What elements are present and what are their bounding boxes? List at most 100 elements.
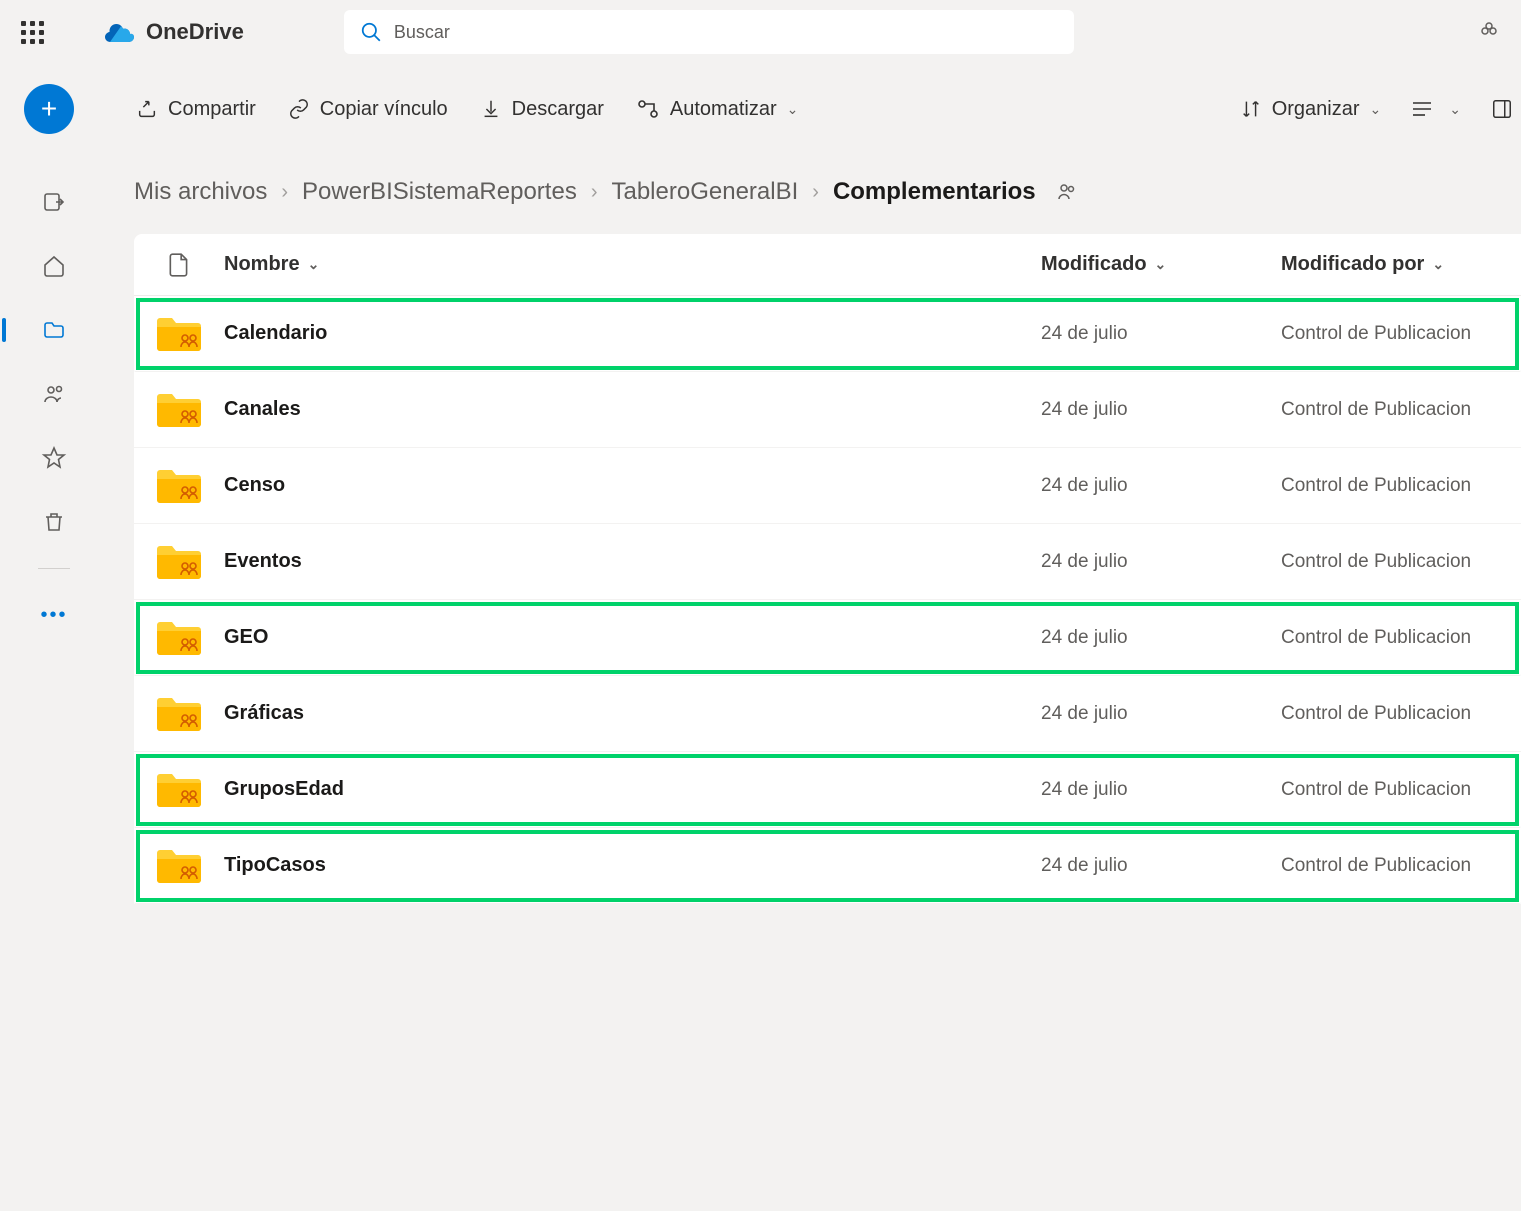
chevron-right-icon: › xyxy=(812,181,819,204)
row-modified: 24 de julio xyxy=(1041,779,1281,801)
share-label: Compartir xyxy=(168,98,256,121)
row-modified-by: Control de Publicacion xyxy=(1281,627,1521,649)
row-modified: 24 de julio xyxy=(1041,703,1281,725)
shared-folder-icon xyxy=(155,619,203,657)
crumb-root[interactable]: Mis archivos xyxy=(134,178,267,206)
crumb-level-1[interactable]: PowerBISistemaReportes xyxy=(302,178,577,206)
row-modified: 24 de julio xyxy=(1041,627,1281,649)
app-name-label: OneDrive xyxy=(146,19,244,45)
door-icon xyxy=(41,190,67,214)
search-box[interactable] xyxy=(344,10,1074,54)
row-name[interactable]: Eventos xyxy=(224,550,1041,573)
sidebar-item-myfiles[interactable] xyxy=(34,312,74,348)
organize-label: Organizar xyxy=(1272,98,1360,121)
crumb-current: Complementarios xyxy=(833,178,1036,206)
shared-folder-icon xyxy=(155,391,203,429)
home-icon xyxy=(41,254,67,278)
shared-folder-icon[interactable] xyxy=(1054,180,1080,204)
share-button[interactable]: Compartir xyxy=(136,98,256,121)
folder-cell xyxy=(134,467,224,505)
automate-icon xyxy=(636,98,660,120)
row-modified: 24 de julio xyxy=(1041,323,1281,345)
row-name[interactable]: Calendario xyxy=(224,322,1041,345)
app-launcher-icon[interactable] xyxy=(12,12,52,52)
sidebar-item-more[interactable]: ••• xyxy=(34,597,74,633)
table-row[interactable]: Gráficas24 de julioControl de Publicacio… xyxy=(134,676,1521,752)
row-modified-by: Control de Publicacion xyxy=(1281,855,1521,877)
folder-cell xyxy=(134,847,224,885)
folder-cell xyxy=(134,695,224,733)
folder-cell xyxy=(134,543,224,581)
row-modified: 24 de julio xyxy=(1041,855,1281,877)
share-icon xyxy=(136,98,158,120)
row-name[interactable]: TipoCasos xyxy=(224,854,1041,877)
chevron-right-icon: › xyxy=(591,181,598,204)
plus-icon: + xyxy=(41,95,57,123)
sidebar-item-home[interactable] xyxy=(34,248,74,284)
list-view-icon xyxy=(1411,99,1439,119)
row-modified-by: Control de Publicacion xyxy=(1281,475,1521,497)
row-modified-by: Control de Publicacion xyxy=(1281,323,1521,345)
table-row[interactable]: Calendario24 de julioControl de Publicac… xyxy=(134,296,1521,372)
row-name[interactable]: GruposEdad xyxy=(224,778,1041,801)
sidebar-item-favorites[interactable] xyxy=(34,440,74,476)
breadcrumb: Mis archivos › PowerBISistemaReportes › … xyxy=(134,178,1521,206)
sidebar-item-recycle[interactable] xyxy=(34,504,74,540)
shared-folder-icon xyxy=(155,695,203,733)
star-icon xyxy=(41,446,67,470)
row-name[interactable]: Censo xyxy=(224,474,1041,497)
copy-link-button[interactable]: Copiar vínculo xyxy=(288,98,448,121)
column-modified[interactable]: Modificado ⌄ xyxy=(1041,253,1281,276)
people-icon xyxy=(41,382,67,406)
details-pane-button[interactable] xyxy=(1491,98,1513,120)
table-row[interactable]: GruposEdad24 de julioControl de Publicac… xyxy=(134,752,1521,828)
command-bar: + Compartir Copiar vínculo Descargar Aut… xyxy=(0,64,1521,154)
sidebar-item-shared[interactable] xyxy=(34,376,74,412)
link-icon xyxy=(288,98,310,120)
column-modified-by[interactable]: Modificado por ⌄ xyxy=(1281,253,1521,276)
download-button[interactable]: Descargar xyxy=(480,98,604,121)
row-modified-by: Control de Publicacion xyxy=(1281,779,1521,801)
chevron-down-icon: ⌄ xyxy=(1432,256,1444,273)
shared-folder-icon xyxy=(155,543,203,581)
new-button[interactable]: + xyxy=(24,84,74,134)
folder-cell xyxy=(134,315,224,353)
row-name[interactable]: Canales xyxy=(224,398,1041,421)
automate-label: Automatizar xyxy=(670,98,777,121)
automate-button[interactable]: Automatizar ⌄ xyxy=(636,98,798,121)
table-row[interactable]: Censo24 de julioControl de Publicacion xyxy=(134,448,1521,524)
chevron-down-icon: ⌄ xyxy=(787,101,799,118)
column-type[interactable] xyxy=(134,252,224,278)
table-row[interactable]: Eventos24 de julioControl de Publicacion xyxy=(134,524,1521,600)
crumb-level-2[interactable]: TableroGeneralBI xyxy=(611,178,798,206)
table-row[interactable]: GEO24 de julioControl de Publicacion xyxy=(134,600,1521,676)
sidebar-divider xyxy=(38,568,70,569)
row-modified: 24 de julio xyxy=(1041,399,1281,421)
row-modified: 24 de julio xyxy=(1041,475,1281,497)
folder-cell xyxy=(134,619,224,657)
shared-folder-icon xyxy=(155,467,203,505)
sidebar-item-signout[interactable] xyxy=(34,184,74,220)
shared-folder-icon xyxy=(155,315,203,353)
app-logo[interactable]: OneDrive xyxy=(104,19,244,45)
chevron-down-icon: ⌄ xyxy=(1370,101,1382,118)
chevron-down-icon: ⌄ xyxy=(1155,256,1167,273)
search-icon xyxy=(360,21,382,43)
folder-cell xyxy=(134,391,224,429)
view-options-button[interactable]: ⌄ xyxy=(1411,99,1461,119)
search-input[interactable] xyxy=(394,22,1058,43)
table-row[interactable]: Canales24 de julioControl de Publicacion xyxy=(134,372,1521,448)
chevron-down-icon: ⌄ xyxy=(308,256,320,273)
copy-link-label: Copiar vínculo xyxy=(320,98,448,121)
table-row[interactable]: TipoCasos24 de julioControl de Publicaci… xyxy=(134,828,1521,904)
shared-folder-icon xyxy=(155,847,203,885)
row-name[interactable]: Gráficas xyxy=(224,702,1041,725)
row-modified: 24 de julio xyxy=(1041,551,1281,573)
ellipsis-icon: ••• xyxy=(40,604,67,627)
folder-cell xyxy=(134,771,224,809)
row-name[interactable]: GEO xyxy=(224,626,1041,649)
organize-button[interactable]: Organizar ⌄ xyxy=(1240,98,1382,121)
column-name[interactable]: Nombre ⌄ xyxy=(224,253,1041,276)
settings-icon[interactable] xyxy=(1469,10,1509,55)
table-header-row: Nombre ⌄ Modificado ⌄ Modificado por ⌄ xyxy=(134,234,1521,296)
